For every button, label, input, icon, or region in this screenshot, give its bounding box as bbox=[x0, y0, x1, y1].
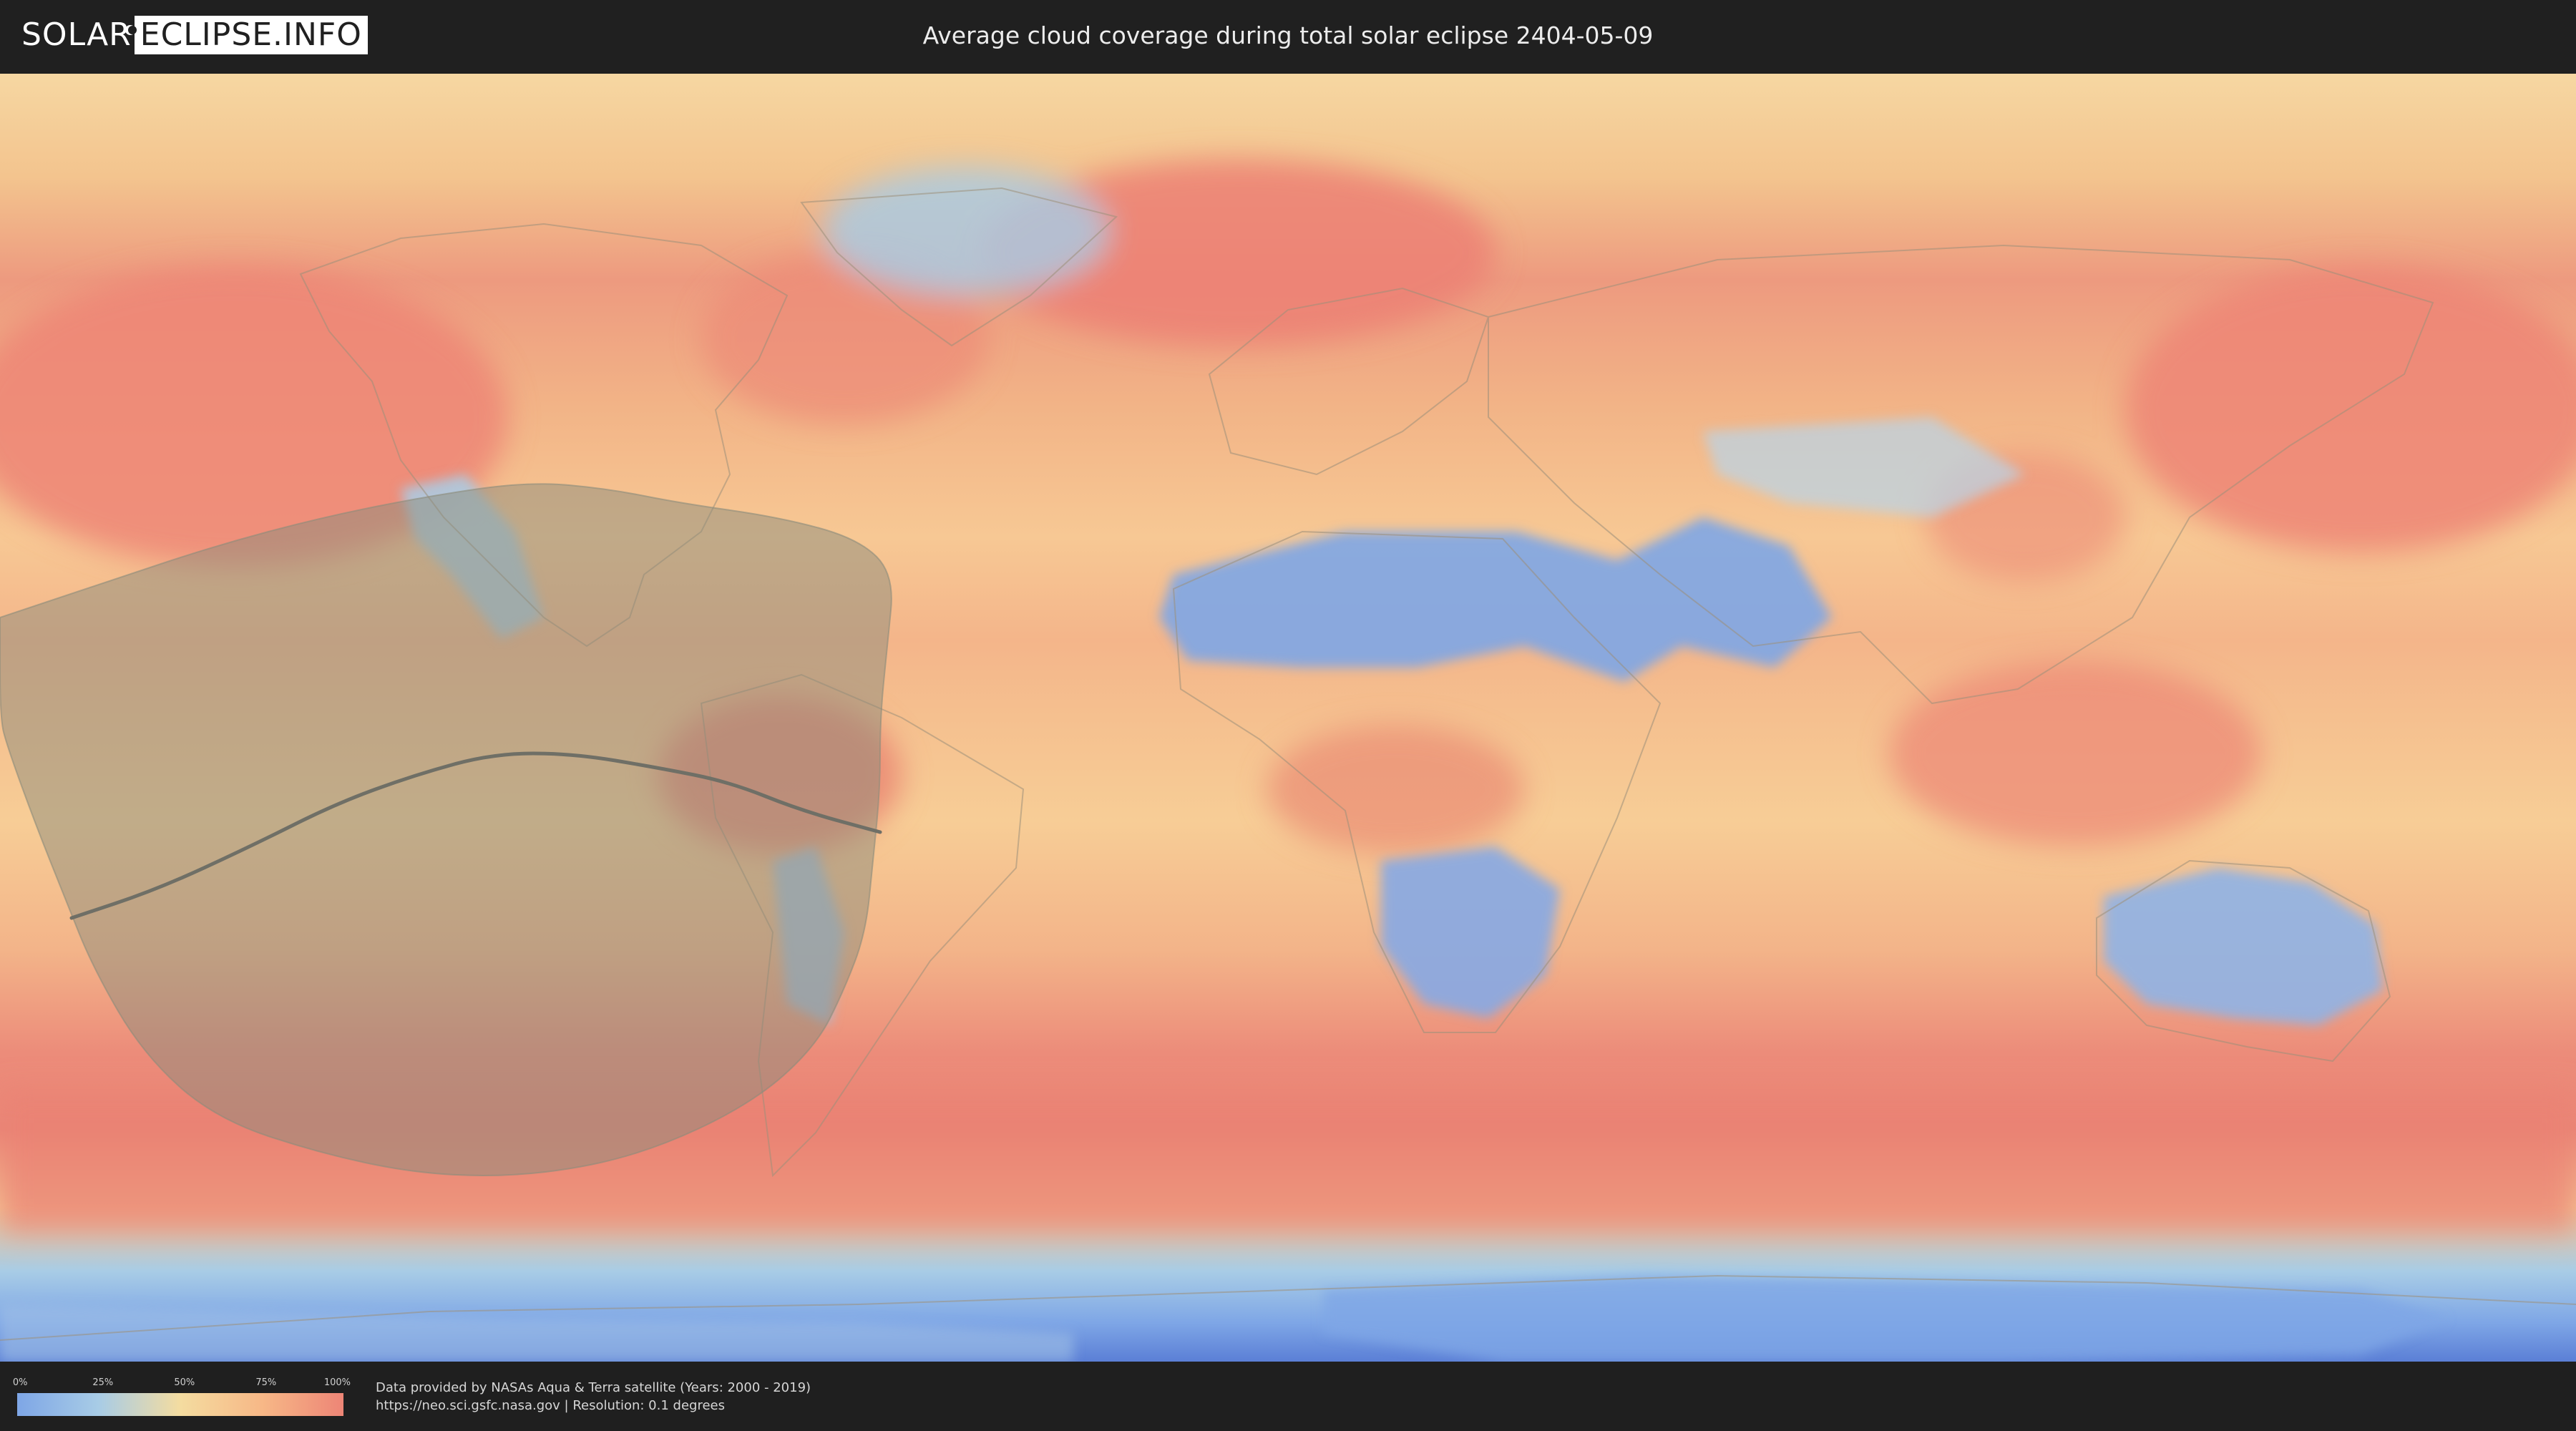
footer-bar: 0% 25% 50% 75% 100% Data provided by NAS… bbox=[0, 1362, 2576, 1431]
page-title: Average cloud coverage during total sola… bbox=[922, 21, 1654, 49]
cloud-coverage-map[interactable] bbox=[0, 74, 2576, 1362]
logo-text-solar: SOLAR bbox=[21, 16, 132, 53]
logo-text-eclipse-info: ECLIPSE.INFO bbox=[134, 16, 368, 54]
cloud-coverage-legend: 0% 25% 50% 75% 100% bbox=[13, 1377, 351, 1417]
legend-tick-100: 100% bbox=[323, 1377, 351, 1388]
eclipse-mark-icon bbox=[125, 25, 137, 35]
map-canvas[interactable] bbox=[0, 74, 2576, 1362]
legend-tick-75: 75% bbox=[255, 1377, 277, 1388]
legend-tick-0: 0% bbox=[12, 1377, 28, 1388]
site-logo[interactable]: SOLAR ECLIPSE.INFO bbox=[21, 16, 368, 54]
data-credits: Data provided by NASAs Aqua & Terra sate… bbox=[376, 1379, 811, 1415]
credits-line-source: Data provided by NASAs Aqua & Terra sate… bbox=[376, 1380, 811, 1395]
legend-tick-25: 25% bbox=[92, 1377, 114, 1388]
header-bar: SOLAR ECLIPSE.INFO Average cloud coverag… bbox=[0, 0, 2576, 72]
credits-line-url: https://neo.sci.gsfc.nasa.gov | Resoluti… bbox=[376, 1398, 725, 1413]
page: SOLAR ECLIPSE.INFO Average cloud coverag… bbox=[0, 0, 2576, 1431]
legend-tick-50: 50% bbox=[174, 1377, 195, 1388]
legend-gradient-bar bbox=[17, 1393, 343, 1416]
